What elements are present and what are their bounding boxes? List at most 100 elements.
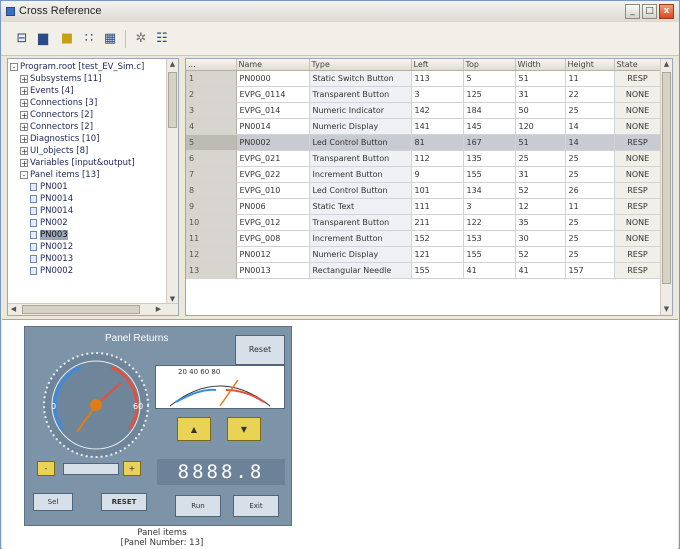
expand-icon[interactable]: + bbox=[20, 98, 28, 107]
column-header[interactable]: State bbox=[614, 59, 662, 71]
tree-item[interactable]: + Connectors [2] bbox=[20, 109, 93, 121]
table-row[interactable]: 6 EVPG_021 Transparent Button 112 135 25 25 NON… bbox=[186, 150, 662, 167]
expand-icon[interactable]: + bbox=[20, 134, 28, 143]
tree-item[interactable]: PN0014 bbox=[30, 205, 73, 217]
cell-top: 135 bbox=[463, 150, 516, 167]
hscroll-thumb[interactable] bbox=[22, 305, 140, 314]
exit-button[interactable]: Exit bbox=[233, 495, 279, 517]
table-row[interactable]: 10 EVPG_012 Transparent Button 211 122 35 25 NO… bbox=[186, 214, 662, 231]
cell-idx: 9 bbox=[186, 198, 237, 215]
tree-item[interactable]: + Diagnostics [10] bbox=[20, 133, 99, 145]
tree-item[interactable]: + Subsystems [11] bbox=[20, 73, 102, 85]
run-button[interactable]: Run bbox=[175, 495, 221, 517]
up-button[interactable]: ▲ bbox=[177, 417, 211, 441]
document-icon bbox=[30, 242, 37, 251]
expand-icon[interactable]: + bbox=[20, 110, 28, 119]
tree-item[interactable]: - Program.root [test_EV_Sim.c] bbox=[10, 61, 144, 73]
grid-vertical-scrollbar[interactable]: ▲ ▼ bbox=[660, 59, 672, 315]
expand-icon[interactable]: + bbox=[20, 74, 28, 83]
cell-top: 3 bbox=[463, 198, 516, 215]
column-header[interactable]: Left bbox=[411, 59, 464, 71]
cell-name: PN0000 bbox=[236, 70, 310, 87]
compass-icon[interactable]: ✲ bbox=[133, 31, 149, 47]
tree-item[interactable]: + UI_objects [8] bbox=[20, 145, 88, 157]
table-row[interactable]: 1 PN0000 Static Switch Button 113 5 51 11 RESP bbox=[186, 70, 662, 87]
tree-view[interactable]: - Program.root [test_EV_Sim.c] + Subsystems… bbox=[7, 58, 179, 316]
collapse-icon[interactable]: - bbox=[20, 170, 28, 179]
column-header[interactable]: Type bbox=[309, 59, 412, 71]
expand-icon[interactable]: + bbox=[20, 146, 28, 155]
tree-item[interactable]: PN0013 bbox=[30, 253, 73, 265]
split-icon[interactable]: ∷ bbox=[81, 31, 97, 47]
cell-top: 122 bbox=[463, 214, 516, 231]
tree-item[interactable]: + Variables [input&output] bbox=[20, 157, 135, 169]
scroll-down-icon[interactable]: ▼ bbox=[661, 304, 672, 315]
cell-type: Static Switch Button bbox=[309, 70, 412, 87]
table-row[interactable]: 3 EVPG_014 Numeric Indicator 142 184 50 25 NONE bbox=[186, 102, 662, 119]
scroll-right-icon[interactable]: ▶ bbox=[153, 304, 164, 315]
collapse-icon[interactable]: - bbox=[10, 62, 18, 71]
folder-icon[interactable]: ■ bbox=[59, 31, 75, 47]
table-row[interactable]: 12 PN0012 Numeric Display 121 155 52 25 RESP bbox=[186, 246, 662, 263]
tree-item[interactable]: PN0002 bbox=[30, 265, 73, 277]
expand-icon[interactable]: + bbox=[20, 86, 28, 95]
table-row[interactable]: 4 PN0014 Numeric Display 141 145 120 14 NONE bbox=[186, 118, 662, 135]
tree-vertical-scrollbar[interactable]: ▲ ▼ bbox=[166, 59, 178, 305]
tree-item[interactable]: PN003 bbox=[30, 229, 68, 241]
list-icon[interactable]: ☷ bbox=[154, 31, 170, 47]
cell-type: Static Text bbox=[309, 198, 412, 215]
tree-horizontal-scrollbar[interactable]: ◀ ▶ bbox=[8, 303, 178, 315]
preview-pane: Panel Returns Reset 0 60 20 40 60 80 ▲ ▼… bbox=[2, 319, 678, 549]
table-row[interactable]: 2 EVPG_0114 Transparent Button 3 125 31 22 NONE bbox=[186, 86, 662, 103]
table-row[interactable]: 11 EVPG_008 Increment Button 152 153 30 25 NONE bbox=[186, 230, 662, 247]
table-row[interactable]: 8 EVPG_010 Led Control Button 101 134 52 26 RES… bbox=[186, 182, 662, 199]
maximize-button[interactable]: □ bbox=[642, 4, 657, 19]
cell-idx: 13 bbox=[186, 262, 237, 279]
down-button[interactable]: ▼ bbox=[227, 417, 261, 441]
document-icon bbox=[30, 194, 37, 203]
lcd-plus-button[interactable]: + bbox=[123, 461, 141, 476]
expand-icon[interactable]: + bbox=[20, 158, 28, 167]
tree-item[interactable]: - Panel items [13] bbox=[20, 169, 99, 181]
column-header[interactable]: ... bbox=[186, 59, 237, 71]
cell-type: Increment Button bbox=[309, 166, 412, 183]
scroll-thumb[interactable] bbox=[168, 72, 177, 128]
tree-item[interactable]: PN0014 bbox=[30, 193, 73, 205]
tree-item[interactable]: + Connections [3] bbox=[20, 97, 97, 109]
cell-left: 9 bbox=[411, 166, 464, 183]
column-header[interactable]: Name bbox=[236, 59, 310, 71]
speed-gauge: 0 60 bbox=[37, 349, 155, 461]
table-row[interactable]: 5 PN0002 Led Control Button 81 167 51 14 RESP bbox=[186, 134, 662, 151]
column-header[interactable]: Top bbox=[463, 59, 516, 71]
minimize-button[interactable]: _ bbox=[625, 4, 640, 19]
chart-icon[interactable]: ▆ bbox=[35, 31, 51, 47]
tree-item[interactable]: PN0012 bbox=[30, 241, 73, 253]
reset-button[interactable]: Reset bbox=[235, 335, 285, 365]
table-row[interactable]: 7 EVPG_022 Increment Button 9 155 31 25 NONE bbox=[186, 166, 662, 183]
tree-item-label: PN003 bbox=[40, 230, 68, 240]
panel-reset-button[interactable]: RESET bbox=[101, 493, 147, 511]
scroll-up-icon[interactable]: ▲ bbox=[167, 59, 178, 70]
scroll-left-icon[interactable]: ◀ bbox=[8, 304, 19, 315]
tree-icon[interactable]: ⊟ bbox=[14, 31, 30, 47]
select-button[interactable]: Sel bbox=[33, 493, 73, 511]
tree-item[interactable]: PN001 bbox=[30, 181, 68, 193]
scroll-up-icon[interactable]: ▲ bbox=[661, 59, 672, 70]
close-button[interactable]: x bbox=[659, 4, 674, 19]
cell-left: 155 bbox=[411, 262, 464, 279]
properties-grid[interactable]: ... Name Type Left Top Width Height State 1 PN00… bbox=[185, 58, 673, 316]
cell-type: Led Control Button bbox=[309, 182, 412, 199]
tree-item[interactable]: + Connectors [2] bbox=[20, 121, 93, 133]
column-header[interactable]: Width bbox=[515, 59, 566, 71]
table-row[interactable]: 13 PN0013 Rectangular Needle 155 41 41 157 RESP bbox=[186, 262, 662, 279]
tree-item[interactable]: PN002 bbox=[30, 217, 68, 229]
cell-name: EVPG_010 bbox=[236, 182, 310, 199]
scroll-thumb[interactable] bbox=[662, 72, 671, 284]
table-row[interactable]: 9 PN006 Static Text 111 3 12 11 RESP bbox=[186, 198, 662, 215]
cell-state: NONE bbox=[614, 166, 662, 183]
expand-icon[interactable]: + bbox=[20, 122, 28, 131]
column-header[interactable]: Height bbox=[565, 59, 615, 71]
lcd-minus-button[interactable]: - bbox=[37, 461, 55, 476]
tree-item[interactable]: + Events [4] bbox=[20, 85, 74, 97]
grid-icon[interactable]: ▦ bbox=[102, 31, 118, 47]
